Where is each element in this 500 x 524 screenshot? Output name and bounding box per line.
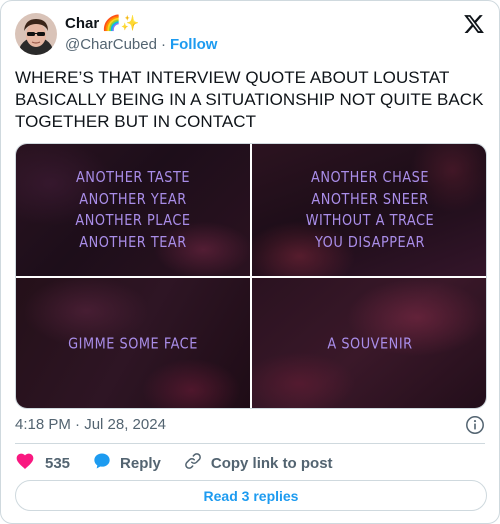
tile-caption: ANOTHER CHASE ANOTHER SNEER WITHOUT A TR… <box>252 167 486 253</box>
caption-line: YOU DISAPPEAR <box>314 232 426 251</box>
media-grid: ANOTHER TASTE ANOTHER YEAR ANOTHER PLACE… <box>15 143 487 409</box>
caption-line: GIMME SOME FACE <box>68 334 198 353</box>
action-bar: 535 Reply Copy link to post <box>15 451 485 475</box>
tile-caption: A SOUVENIR <box>252 333 486 355</box>
avatar[interactable] <box>15 13 57 55</box>
tile-caption: ANOTHER TASTE ANOTHER YEAR ANOTHER PLACE… <box>16 167 250 253</box>
read-replies-button[interactable]: Read 3 replies <box>15 480 487 511</box>
like-count: 535 <box>45 454 71 472</box>
tweet-text: WHERE’S THAT INTERVIEW QUOTE ABOUT LOUST… <box>15 68 484 131</box>
media-tile-3[interactable]: GIMME SOME FACE <box>16 278 250 408</box>
reply-bubble-icon <box>92 451 112 475</box>
tweet-embed-card: Char 🌈✨ @CharCubed · Follow WHERE’S THAT I… <box>0 0 500 524</box>
caption-line: A SOUVENIR <box>327 334 413 353</box>
link-icon <box>183 451 203 475</box>
heart-icon <box>15 451 35 475</box>
separator-dot: · <box>160 36 166 53</box>
display-name-text: Char <box>65 15 100 32</box>
caption-line: WITHOUT A TRACE <box>305 211 435 229</box>
rainbow-sparkles-emoji: 🌈✨ <box>102 15 140 32</box>
caption-line: ANOTHER TASTE <box>75 168 191 186</box>
tweet-meta: 4:18 PM · Jul 28, 2024 <box>15 415 485 435</box>
handle-row: @CharCubed · Follow <box>65 35 217 55</box>
reply-label: Reply <box>120 454 161 472</box>
caption-line: ANOTHER TEAR <box>79 232 187 251</box>
avatar-image <box>15 13 57 55</box>
x-logo-icon[interactable] <box>463 13 485 35</box>
caption-line: ANOTHER YEAR <box>79 189 187 208</box>
media-tile-4[interactable]: A SOUVENIR <box>252 278 486 408</box>
copy-link-label: Copy link to post <box>210 454 333 472</box>
caption-line: ANOTHER SNEER <box>311 189 429 208</box>
tweet-header: Char 🌈✨ @CharCubed · Follow <box>15 11 485 57</box>
media-tile-1[interactable]: ANOTHER TASTE ANOTHER YEAR ANOTHER PLACE… <box>16 144 250 276</box>
author-display-name[interactable]: Char 🌈✨ <box>65 15 217 33</box>
tweet-timestamp[interactable]: 4:18 PM · Jul 28, 2024 <box>15 416 166 433</box>
info-icon[interactable] <box>465 415 485 435</box>
author-handle[interactable]: @CharCubed <box>65 36 157 53</box>
caption-line: ANOTHER PLACE <box>75 211 191 229</box>
like-button[interactable]: 535 <box>15 451 70 475</box>
tile-caption: GIMME SOME FACE <box>16 333 250 355</box>
author-names: Char 🌈✨ @CharCubed · Follow <box>65 15 217 55</box>
media-tile-2[interactable]: ANOTHER CHASE ANOTHER SNEER WITHOUT A TR… <box>252 144 486 276</box>
divider <box>15 443 485 444</box>
follow-button[interactable]: Follow <box>170 36 218 53</box>
caption-line: ANOTHER CHASE <box>310 168 430 186</box>
reply-button[interactable]: Reply <box>92 451 161 475</box>
copy-link-button[interactable]: Copy link to post <box>183 451 333 475</box>
